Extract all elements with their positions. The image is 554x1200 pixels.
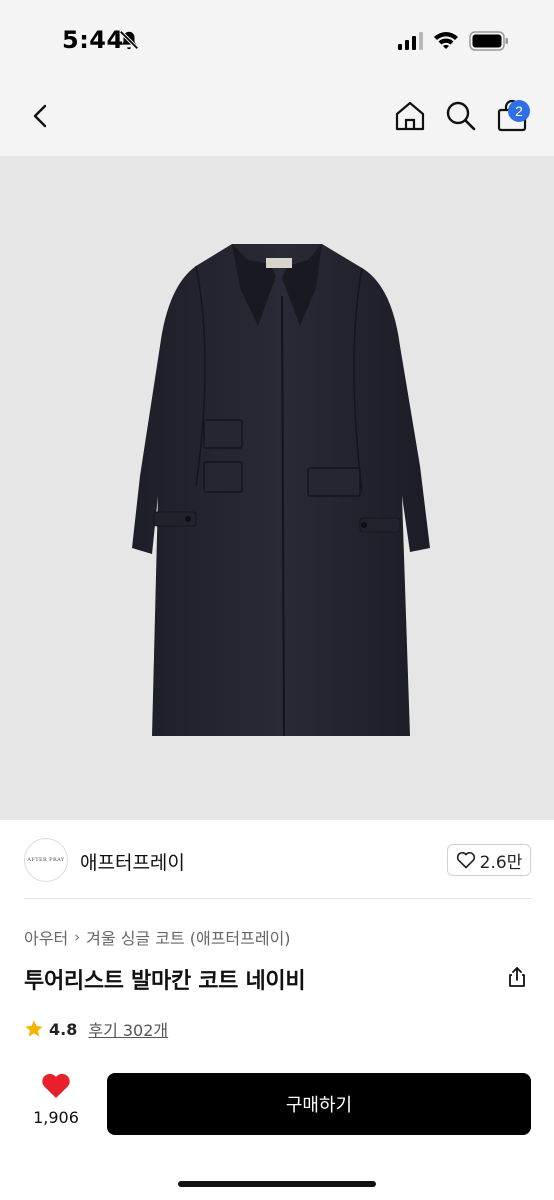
bell-slash-icon [119, 30, 139, 50]
search-icon[interactable] [443, 98, 479, 134]
rating-value: 4.8 [49, 1019, 78, 1039]
brand-name[interactable]: 애프터프레이 [80, 848, 185, 875]
coat-photo [132, 244, 430, 737]
breadcrumb-subcategory[interactable]: 겨울 싱글 코트 (애프터프레이) [86, 925, 290, 949]
chevron-right-icon: › [74, 928, 81, 946]
product-title: 투어리스트 발마칸 코트 네이비 [24, 969, 306, 994]
wishlist-count: 1,906 [33, 1108, 79, 1127]
status-bar: 5:44 [0, 0, 554, 80]
heart-filled-icon [42, 1073, 70, 1098]
status-time: 5:44 [62, 26, 124, 54]
rating: 4.8 후기 302개 [24, 1017, 168, 1041]
heart-outline-icon [456, 851, 475, 869]
brand-logo-text: AFTER PRAY [27, 857, 65, 863]
buy-button[interactable]: 구매하기 [107, 1073, 531, 1135]
star-icon [25, 1020, 43, 1037]
chevron-left-icon[interactable] [24, 98, 60, 134]
signal-icon [398, 32, 423, 50]
nav-bar [0, 80, 554, 156]
brand-logo[interactable]: AFTER PRAY [24, 838, 68, 882]
cart-count-badge: 2 [508, 100, 530, 122]
product-image[interactable] [0, 156, 554, 820]
home-icon[interactable] [392, 98, 428, 134]
brand-row[interactable]: AFTER PRAY 애프터프레이 2.6만 [0, 820, 554, 900]
brand-like-count: 2.6만 [479, 852, 523, 873]
battery-icon [469, 31, 508, 51]
wifi-icon [434, 32, 458, 49]
breadcrumb: 아우터 › 겨울 싱글 코트 (애프터프레이) [24, 925, 291, 949]
breadcrumb-category[interactable]: 아우터 [24, 925, 68, 949]
review-count-link[interactable]: 후기 302개 [88, 1017, 168, 1041]
divider [24, 898, 532, 899]
brand-like-button[interactable]: 2.6만 [447, 844, 531, 876]
share-icon[interactable] [505, 965, 529, 989]
home-indicator [178, 1181, 376, 1187]
